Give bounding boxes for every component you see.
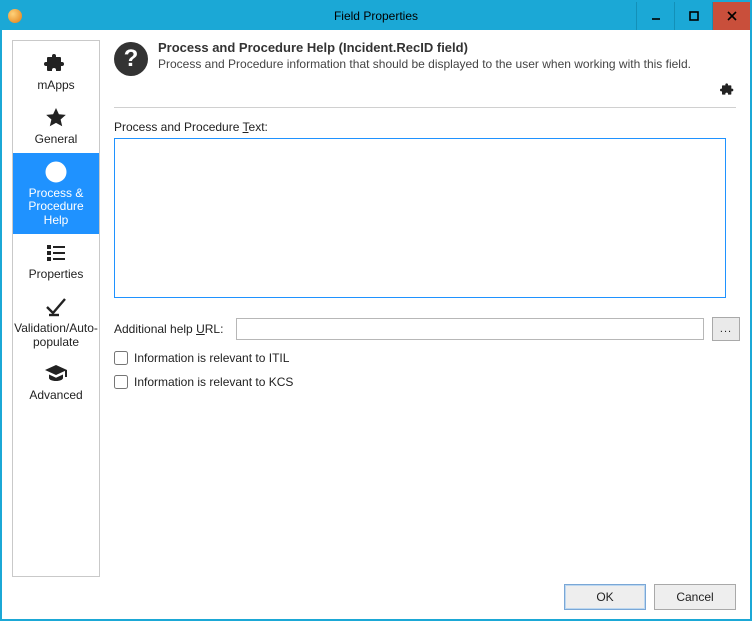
check-pencil-icon [43, 294, 69, 320]
nav-label: Properties [29, 268, 84, 282]
nav-validation[interactable]: Validation/Auto-populate [13, 288, 99, 356]
window: Field Properties mApps [0, 0, 752, 621]
main-panel: ? Process and Procedure Help (Incident.R… [100, 40, 740, 577]
nav-process-help[interactable]: ? Process & Procedure Help [13, 153, 99, 234]
svg-text:?: ? [52, 164, 61, 180]
puzzle-icon [43, 51, 69, 77]
help-url-input[interactable] [236, 318, 704, 340]
form: Process and Procedure Text: Additional h… [114, 120, 740, 389]
kcs-checkbox[interactable] [114, 375, 128, 389]
nav-label: Advanced [29, 389, 82, 403]
cancel-button[interactable]: Cancel [654, 584, 736, 610]
itil-checkbox-row[interactable]: Information is relevant to ITIL [114, 351, 740, 365]
ok-button[interactable]: OK [564, 584, 646, 610]
nav-label: Process & Procedure Help [15, 187, 97, 228]
mapps-extension-icon[interactable] [720, 82, 736, 101]
itil-checkbox[interactable] [114, 351, 128, 365]
page-title: Process and Procedure Help (Incident.Rec… [158, 40, 740, 55]
page-subtitle: Process and Procedure information that s… [158, 57, 740, 71]
divider [114, 107, 736, 108]
dialog-footer: OK Cancel [4, 577, 748, 617]
nav-properties[interactable]: Properties [13, 234, 99, 288]
procedure-text-input[interactable] [114, 138, 726, 298]
nav-label: mApps [37, 79, 74, 93]
nav-advanced[interactable]: Advanced [13, 355, 99, 409]
nav-general[interactable]: General [13, 99, 99, 153]
nav-label: General [35, 133, 78, 147]
url-label: Additional help URL: [114, 322, 236, 336]
question-circle-icon: ? [43, 159, 69, 185]
nav-label: Validation/Auto-populate [14, 322, 98, 350]
graduation-cap-icon [43, 361, 69, 387]
kcs-label: Information is relevant to KCS [134, 375, 293, 389]
list-icon [43, 240, 69, 266]
browse-url-button[interactable]: ... [712, 317, 740, 341]
text-label: Process and Procedure Text: [114, 120, 740, 134]
titlebar: Field Properties [2, 2, 750, 30]
kcs-checkbox-row[interactable]: Information is relevant to KCS [114, 375, 740, 389]
nav-mapps[interactable]: mApps [13, 45, 99, 99]
itil-label: Information is relevant to ITIL [134, 351, 289, 365]
star-icon [43, 105, 69, 131]
window-title: Field Properties [2, 9, 750, 23]
side-nav: mApps General ? Process & Procedure Help [12, 40, 100, 577]
question-circle-icon: ? [114, 42, 148, 76]
page-header: ? Process and Procedure Help (Incident.R… [114, 40, 740, 76]
client-area: mApps General ? Process & Procedure Help [4, 32, 748, 617]
